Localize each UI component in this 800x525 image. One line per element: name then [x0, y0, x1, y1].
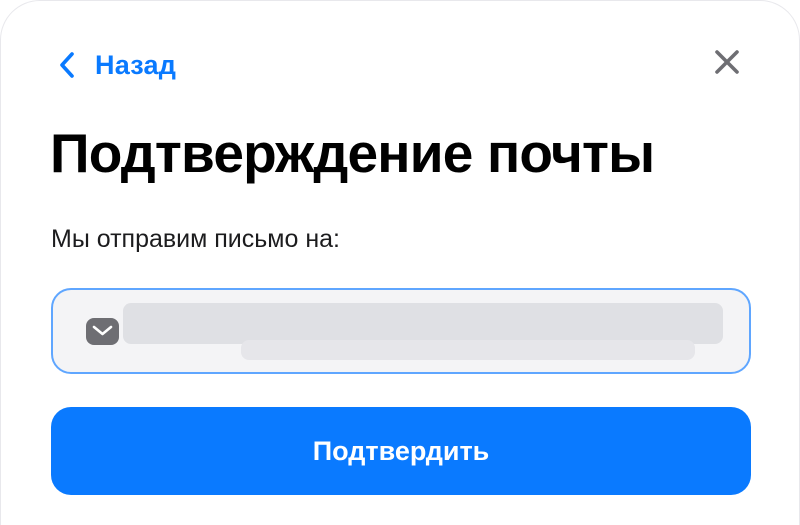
- back-button[interactable]: Назад: [59, 45, 176, 85]
- redaction-block: [241, 340, 695, 360]
- mail-icon: [86, 318, 119, 345]
- close-icon: [714, 49, 740, 80]
- page-title: Подтверждение почты: [50, 122, 655, 184]
- email-field[interactable]: [51, 288, 751, 374]
- subtitle: Мы отправим письмо на:: [51, 225, 340, 253]
- redaction-block: [123, 303, 723, 344]
- email-confirmation-sheet: Назад Подтверждение почты Мы отправим пи…: [0, 0, 800, 525]
- back-label: Назад: [95, 49, 177, 80]
- close-button[interactable]: [707, 44, 747, 84]
- confirm-button[interactable]: Подтвердить: [51, 407, 751, 495]
- chevron-left-icon: [59, 52, 75, 78]
